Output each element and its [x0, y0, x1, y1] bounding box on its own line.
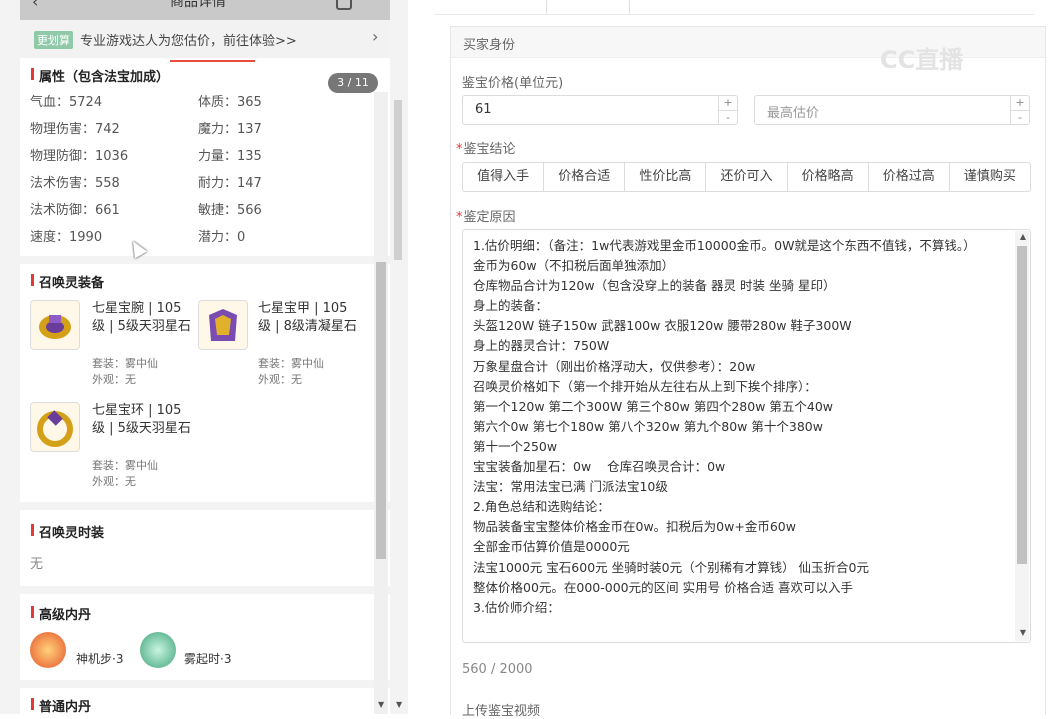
attr-speed: 速度：1990: [30, 230, 103, 245]
appraisal-form-panel: 买家身份 鉴宝价格(单位元) 61 +- 最高估价 +- 鉴宝结论 值得入手 价…: [408, 0, 1052, 719]
equip-set: 套装：雾中仙: [258, 357, 324, 370]
fashion-value: 无: [30, 557, 44, 572]
page-title: 商品详情: [170, 0, 226, 10]
increment-icon[interactable]: +: [1011, 96, 1029, 111]
attr-mag-def: 法术防御：661: [30, 203, 120, 218]
divider: [20, 586, 390, 594]
divider: [20, 256, 390, 264]
option-fair-price[interactable]: 价格合适: [544, 163, 626, 191]
decrement-icon[interactable]: -: [719, 111, 737, 125]
attr-hp: 气血：5724: [30, 95, 103, 110]
dan-label: 雾起时·3: [184, 652, 232, 666]
scroll-up-icon[interactable]: ▲: [1020, 232, 1026, 241]
attr-phys-atk: 物理伤害：742: [30, 122, 120, 137]
promo-tag: 更划算: [34, 31, 73, 49]
attr-end: 耐力：147: [198, 176, 262, 191]
option-worth-buying[interactable]: 值得入手: [463, 163, 545, 191]
price-label: 鉴宝价格(单位元): [462, 76, 564, 91]
reason-textarea[interactable]: 1.估价明细：（备注：1w代表游戏里金币10000金币。0W就是这个东西不值钱，…: [462, 229, 1031, 643]
equip-look: 外观：无: [92, 475, 136, 488]
divider: [20, 680, 390, 688]
option-good-value[interactable]: 性价比高: [625, 163, 707, 191]
option-slightly-high[interactable]: 价格略高: [788, 163, 869, 191]
attr-potential: 潜力：0: [198, 230, 246, 245]
attr-mag-atk: 法术伤害：558: [30, 176, 120, 191]
equipment-title: 召唤灵装备: [30, 272, 104, 291]
price-stepper[interactable]: + -: [718, 96, 737, 124]
tab-indicator: [170, 60, 255, 62]
conclusion-label: 鉴宝结论: [456, 138, 516, 157]
reason-text: 1.估价明细：（备注：1w代表游戏里金币10000金币。0W就是这个东西不值钱，…: [473, 238, 976, 615]
max-price-stepper[interactable]: + -: [1010, 96, 1029, 124]
equip-name: 七星宝环 | 105级 | 5级天羽星石: [92, 403, 191, 436]
back-icon[interactable]: ‹: [32, 0, 38, 11]
price-value: 61: [475, 102, 492, 117]
char-counter: 560 / 2000: [462, 662, 533, 677]
increment-icon[interactable]: +: [719, 96, 737, 111]
promo-text: 专业游戏达人为您估价，前往体验>>: [80, 34, 297, 49]
watermark-logo: CC直播: [880, 46, 964, 74]
header-bar: ‹ 商品详情: [20, 0, 390, 20]
product-detail-panel: ‹ 商品详情 更划算 专业游戏达人为您估价，前往体验>> › 属性（包含法宝加成…: [0, 0, 408, 714]
tab-active[interactable]: [546, 0, 630, 14]
scrollbar-thumb[interactable]: [376, 262, 386, 559]
price-input[interactable]: 61 + -: [462, 95, 738, 125]
attr-phys-def: 物理防御：1036: [30, 149, 129, 164]
attr-con: 体质：365: [198, 95, 262, 110]
max-price-input[interactable]: 最高估价 + -: [754, 95, 1030, 125]
equip-set: 套装：雾中仙: [92, 357, 158, 370]
share-icon[interactable]: [336, 0, 352, 10]
option-too-high[interactable]: 价格过高: [869, 163, 950, 191]
advanced-dan-title: 高级内丹: [30, 604, 91, 623]
equip-look: 外观：无: [92, 373, 136, 386]
normal-dan-title: 普通内丹: [30, 696, 91, 714]
attr-str: 力量：135: [198, 149, 262, 164]
product-detail-content: ‹ 商品详情 更划算 专业游戏达人为您估价，前往体验>> › 属性（包含法宝加成…: [20, 0, 390, 714]
decrement-icon[interactable]: -: [1011, 111, 1029, 125]
section-title: 买家身份: [463, 38, 516, 53]
page-counter: 3 / 11: [328, 73, 378, 93]
textarea-scrollbar-thumb[interactable]: [1017, 246, 1027, 564]
equip-name: 七星宝甲 | 105级 | 8级清凝星石: [258, 301, 357, 334]
equip-name: 七星宝腕 | 105级 | 5级天羽星石: [92, 301, 191, 334]
dan-icon[interactable]: [140, 632, 176, 668]
armor-equip-icon[interactable]: [198, 300, 248, 350]
chevron-right-icon: ›: [372, 27, 379, 46]
equip-look: 外观：无: [258, 373, 302, 386]
wrist-equip-icon[interactable]: [30, 300, 80, 350]
attributes-title: 属性（包含法宝加成）: [30, 66, 169, 85]
conclusion-options: 值得入手 价格合适 性价比高 还价可入 价格略高 价格过高 谨慎购买: [462, 162, 1031, 192]
dan-label: 神机步·3: [76, 652, 124, 666]
attr-magic: 魔力：137: [198, 122, 262, 137]
scroll-down-icon[interactable]: ▼: [378, 700, 384, 709]
upload-video-label: 上传鉴宝视频: [462, 704, 541, 719]
dan-icon[interactable]: [30, 632, 66, 668]
option-cautious[interactable]: 谨慎购买: [950, 163, 1030, 191]
equip-set: 套装：雾中仙: [92, 459, 158, 472]
max-price-placeholder: 最高估价: [767, 106, 820, 121]
scrollbar-thumb[interactable]: [394, 100, 402, 260]
divider: [20, 502, 390, 510]
reason-label: 鉴定原因: [456, 206, 516, 225]
attr-agi: 敏捷：566: [198, 203, 262, 218]
scroll-down-icon[interactable]: ▼: [396, 700, 402, 709]
scroll-down-icon[interactable]: ▼: [1020, 628, 1026, 637]
option-negotiable[interactable]: 还价可入: [706, 163, 788, 191]
ring-equip-icon[interactable]: [30, 402, 80, 452]
fashion-title: 召唤灵时装: [30, 522, 104, 541]
tab-strip: [434, 0, 1034, 15]
promo-banner[interactable]: 更划算 专业游戏达人为您估价，前往体验>> ›: [20, 20, 390, 58]
